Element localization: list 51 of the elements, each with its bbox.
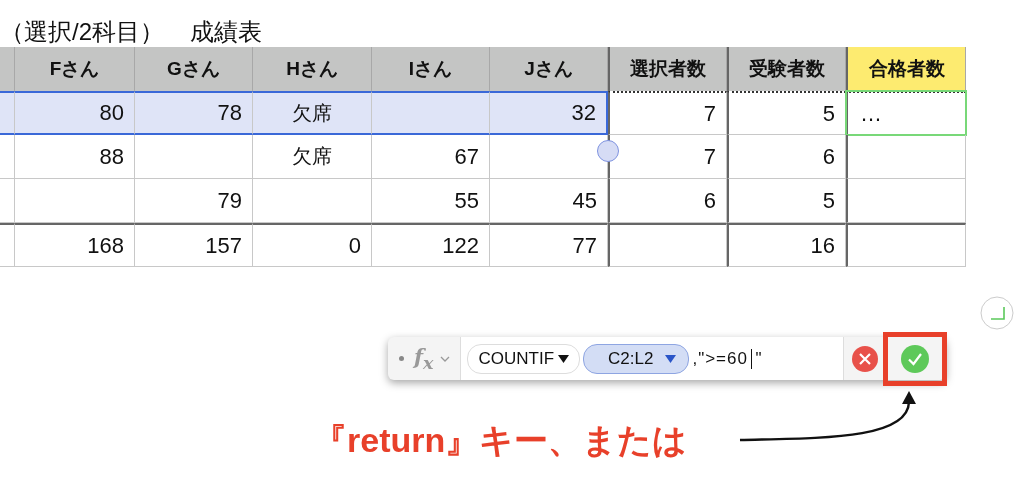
table-cell: 80: [15, 91, 135, 135]
annotation-text: 『return』キー、または: [313, 420, 688, 461]
table-cell[interactable]: …: [846, 91, 966, 135]
table-cell: 88: [15, 135, 135, 179]
column-header[interactable]: 受験者数: [727, 47, 846, 91]
table-cell: 16: [727, 223, 846, 267]
header-cell: [0, 47, 15, 91]
column-header[interactable]: Hさん: [253, 47, 372, 91]
table-cell: 32: [490, 91, 608, 135]
table-cell: 5: [727, 91, 846, 135]
text-cursor: [750, 348, 753, 369]
table-title: 成績表: [190, 17, 262, 47]
table-cell: 5: [727, 179, 846, 223]
column-header[interactable]: Iさん: [372, 47, 490, 91]
table-cell: 157: [135, 223, 253, 267]
drag-handle-icon[interactable]: [399, 356, 404, 361]
formula-text: ": [755, 348, 763, 369]
column-header[interactable]: 合格者数: [846, 47, 966, 91]
table-cell[interactable]: [846, 179, 966, 223]
chevron-icon[interactable]: [440, 354, 451, 363]
table-cell: 55: [372, 179, 490, 223]
formula-text: ,">=60: [692, 348, 748, 369]
range-token[interactable]: C2:L2: [583, 343, 690, 374]
selection-handle[interactable]: [597, 140, 619, 162]
column-header[interactable]: Jさん: [490, 47, 608, 91]
caret-icon: [558, 354, 570, 363]
table-cell: 7: [608, 91, 727, 135]
table-cell: 122: [372, 223, 490, 267]
table-cell: 168: [15, 223, 135, 267]
table-cell[interactable]: [846, 135, 966, 179]
table-cell: 6: [608, 179, 727, 223]
table-cell: 0: [253, 223, 372, 267]
table-cell: 欠席: [253, 135, 372, 179]
function-token[interactable]: COUNTIF: [467, 343, 581, 374]
table-cell: 78: [135, 91, 253, 135]
cancel-button[interactable]: [851, 344, 879, 373]
table-cell: 6: [727, 135, 846, 179]
caret-icon: [665, 354, 677, 363]
table-cell: 欠席: [253, 91, 372, 135]
table-cell: 45: [490, 179, 608, 223]
table-subtitle: （選択/2科目）: [0, 17, 164, 47]
accept-button[interactable]: [900, 343, 930, 374]
table-cell: 79: [135, 179, 253, 223]
table-cell: 67: [372, 135, 490, 179]
column-header[interactable]: Fさん: [15, 47, 135, 91]
column-header[interactable]: 選択者数: [608, 47, 727, 91]
table-cell: 77: [490, 223, 608, 267]
resize-corner-icon[interactable]: [980, 296, 1014, 330]
column-header[interactable]: Gさん: [135, 47, 253, 91]
table-cell[interactable]: [846, 223, 966, 267]
formula-field[interactable]: COUNTIF C2:L2 ,">=60 ": [460, 337, 844, 380]
